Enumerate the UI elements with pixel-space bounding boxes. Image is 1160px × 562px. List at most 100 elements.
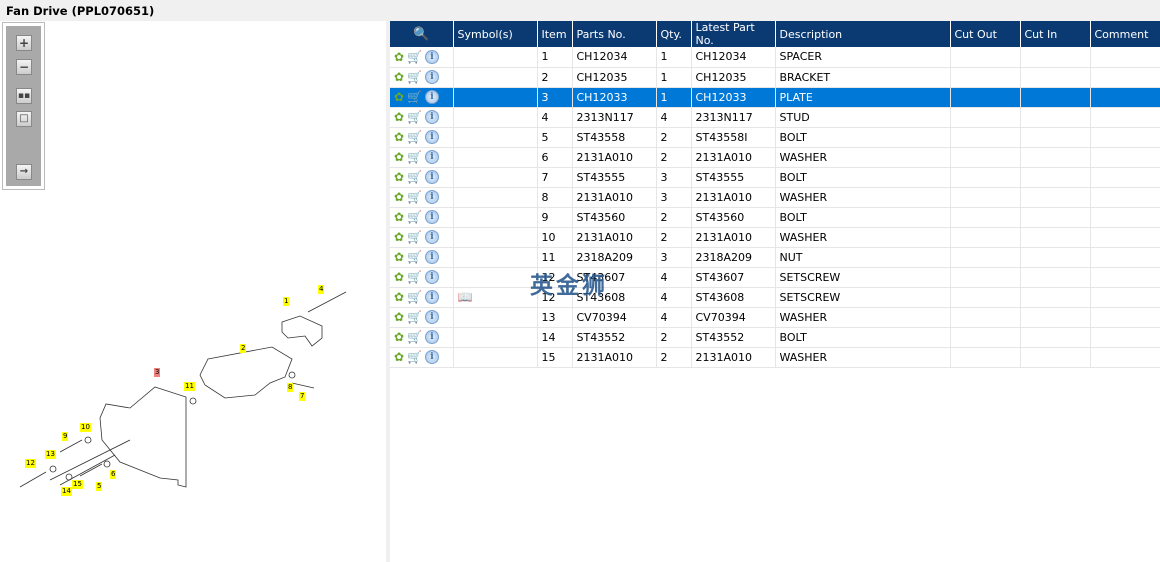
table-row[interactable]: ✿ 🛒 i 12 ST43607 4 ST43607 SETSCREW [390,267,1160,288]
table-row[interactable]: ✿ 🛒 i 📖 12 ST43608 4 ST43608 SETSCREW [390,287,1160,308]
cart-icon[interactable]: 🛒 [407,150,422,164]
gear-icon[interactable]: ✿ [394,110,404,124]
gear-icon[interactable]: ✿ [394,290,404,304]
gear-icon[interactable]: ✿ [394,330,404,344]
table-row[interactable]: ✿ 🛒 i 8 2131A010 3 2131A010 WASHER [390,187,1160,208]
cart-icon[interactable]: 🛒 [407,350,422,364]
info-icon[interactable]: i [425,190,440,204]
cart-icon[interactable]: 🛒 [407,230,422,244]
cart-icon[interactable]: 🛒 [407,70,422,84]
table-row[interactable]: ✿ 🛒 i 5 ST43558 2 ST43558I BOLT [390,127,1160,148]
callout[interactable]: 6 [110,470,117,479]
table-row[interactable]: ✿ 🛒 i 13 CV70394 4 CV70394 WASHER [390,307,1160,328]
table-row[interactable]: ✿ 🛒 i 1 CH12034 1 CH12034 SPACER [390,47,1160,68]
fit-view-button[interactable]: ▪▪ [16,88,32,104]
table-row[interactable]: ✿ 🛒 i 7 ST43555 3 ST43555 BOLT [390,167,1160,188]
column-header[interactable]: Cut In [1020,21,1091,47]
info-icon[interactable]: i [425,150,440,164]
column-header[interactable]: Latest Part No. [691,21,776,47]
cart-icon[interactable]: 🛒 [407,330,422,344]
column-header[interactable]: Item [537,21,573,47]
cart-icon[interactable]: 🛒 [407,110,422,124]
column-header[interactable]: Parts No. [572,21,657,47]
table-row[interactable]: ✿ 🛒 i 4 2313N117 4 2313N117 STUD [390,107,1160,128]
callout[interactable]: 7 [299,392,306,401]
info-icon[interactable]: i [425,70,440,84]
gear-icon[interactable]: ✿ [394,190,404,204]
callout[interactable]: 14 [61,487,72,496]
zoom-out-button[interactable]: − [16,59,32,75]
cart-icon[interactable]: 🛒 [407,310,422,324]
info-icon[interactable]: i [425,49,440,64]
gear-icon[interactable]: ✿ [394,270,404,284]
gear-icon[interactable]: ✿ [394,210,404,224]
gear-icon[interactable]: ✿ [394,150,404,164]
column-header-search[interactable]: 🔍 [390,21,454,47]
info-icon[interactable]: i [425,270,440,284]
table-row[interactable]: ✿ 🛒 i 10 2131A010 2 2131A010 WASHER [390,227,1160,248]
cart-icon[interactable]: 🛒 [407,50,422,64]
cart-icon[interactable]: 🛒 [407,290,422,304]
cart-icon[interactable]: 🛒 [407,190,422,204]
gear-icon[interactable]: ✿ [394,230,404,244]
cart-icon[interactable]: 🛒 [407,130,422,144]
info-icon[interactable]: i [425,290,440,304]
cell-qty: 1 [656,67,692,88]
cart-icon[interactable]: 🛒 [407,90,422,104]
cart-icon[interactable]: 🛒 [407,210,422,224]
table-row[interactable]: ✿ 🛒 i 14 ST43552 2 ST43552 BOLT [390,327,1160,348]
info-icon[interactable]: i [425,90,440,104]
gear-icon[interactable]: ✿ [394,70,404,84]
export-list-button[interactable]: → [16,164,32,180]
callout[interactable]: 1 [283,297,290,306]
info-icon[interactable]: i [425,230,440,244]
info-icon[interactable]: i [425,110,440,124]
callout[interactable]: 2 [240,344,247,353]
column-header[interactable]: Comment [1090,21,1160,47]
info-icon[interactable]: i [425,250,440,264]
info-icon[interactable]: i [425,350,440,364]
callout[interactable]: 11 [184,382,195,391]
cart-icon[interactable]: 🛒 [407,270,422,284]
zoom-in-button[interactable]: + [16,35,32,51]
cell-item: 9 [537,207,573,228]
gear-icon[interactable]: ✿ [394,90,404,104]
table-row[interactable]: ✿ 🛒 i 2 CH12035 1 CH12035 BRACKET [390,67,1160,88]
actual-size-button[interactable]: □ [16,111,32,127]
cart-icon[interactable]: 🛒 [407,250,422,264]
callout[interactable]: 13 [45,450,56,459]
callout[interactable]: 9 [62,432,69,441]
callout[interactable]: 15 [72,480,83,489]
table-row[interactable]: ✿ 🛒 i 9 ST43560 2 ST43560 BOLT [390,207,1160,228]
info-icon[interactable]: i [425,310,440,324]
column-header[interactable]: Symbol(s) [453,21,538,47]
gear-icon[interactable]: ✿ [394,170,404,184]
column-header[interactable]: Cut Out [950,21,1021,47]
table-row[interactable]: ✿ 🛒 i 15 2131A010 2 2131A010 WASHER [390,347,1160,368]
info-icon[interactable]: i [425,170,440,184]
info-icon[interactable]: i [425,130,440,144]
table-row[interactable]: ✿ 🛒 i 3 CH12033 1 CH12033 PLATE [390,87,1160,108]
gear-icon[interactable]: ✿ [394,310,404,324]
callout[interactable]: 5 [96,482,103,491]
table-row[interactable]: ✿ 🛒 i 6 2131A010 2 2131A010 WASHER [390,147,1160,168]
callout-selected[interactable]: 3 [154,368,161,377]
cell-qty: 2 [656,327,692,348]
cut-in-cell [1020,67,1091,88]
gear-icon[interactable]: ✿ [394,250,404,264]
callout[interactable]: 12 [25,459,36,468]
callout[interactable]: 4 [318,285,325,294]
column-header[interactable]: Description [775,21,951,47]
callout[interactable]: 8 [287,383,294,392]
info-icon[interactable]: i [425,210,440,224]
gear-icon[interactable]: ✿ [394,50,404,64]
cart-icon[interactable]: 🛒 [407,170,422,184]
cell-latest: 2318A209 [691,247,776,268]
callout[interactable]: 10 [80,423,91,432]
gear-icon[interactable]: ✿ [394,350,404,364]
gear-icon[interactable]: ✿ [394,130,404,144]
column-header[interactable]: Qty. [656,21,692,47]
info-icon[interactable]: i [425,330,440,344]
table-row[interactable]: ✿ 🛒 i 11 2318A209 3 2318A209 NUT [390,247,1160,268]
book-icon[interactable]: 📖 [458,290,473,304]
